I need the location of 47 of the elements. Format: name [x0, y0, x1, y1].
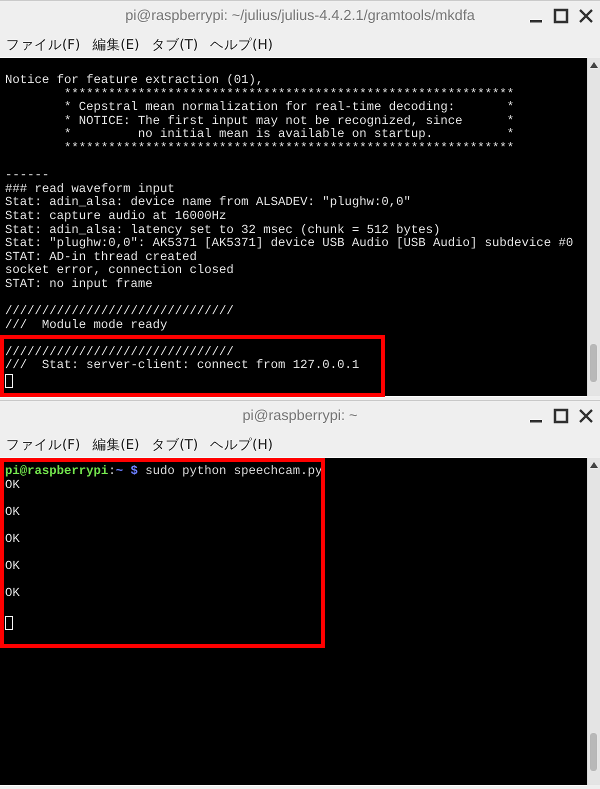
terminal-line: OK: [5, 506, 20, 520]
close-icon[interactable]: [578, 8, 594, 24]
window-title: pi@raspberrypi: ~: [242, 408, 358, 424]
terminal-line: /// Module mode ready: [5, 318, 168, 332]
scroll-up-icon[interactable]: [590, 462, 598, 468]
menu-item[interactable]: ファイル(F): [6, 436, 80, 454]
scrollbar[interactable]: [587, 58, 600, 396]
text-cursor: [5, 374, 13, 388]
terminal-line: Stat: adin_alsa: device name from ALSADEV: "plughw:0,0": [5, 196, 411, 210]
terminal-line: /// Stat: server-client: connect from 127.0.0.1: [5, 359, 360, 374]
menu-item[interactable]: タブ(T): [151, 36, 198, 54]
scroll-up-icon[interactable]: [590, 62, 598, 68]
menu-item[interactable]: ヘルプ(H): [210, 36, 273, 54]
terminal-line: Stat: "plughw:0,0": AK5371 [AK5371] device USB Audio [USB Audio] subdevice #0: [5, 237, 574, 251]
close-icon[interactable]: [578, 408, 594, 424]
text-cursor: [5, 616, 13, 630]
terminal-line: Stat: adin_alsa: latency set to 32 msec (chunk = 512 bytes): [5, 224, 440, 237]
terminal-line: Notice for feature extraction (01),: [5, 74, 264, 88]
window-title: pi@raspberrypi: ~/julius/julius-4.4.2.1/gramtools/mkdfa: [125, 8, 475, 24]
terminal-line: ///////////////////////////////: [5, 305, 234, 319]
menu-item[interactable]: ファイル(F): [6, 36, 80, 54]
terminal-line: socket error, connection closed: [5, 264, 234, 278]
terminal-line: Stat: capture audio at 16000Hz: [5, 210, 226, 224]
scrollbar-thumb[interactable]: [590, 344, 597, 382]
scrollbar[interactable]: [587, 458, 600, 785]
terminal-line: *************************************************************: [63, 88, 514, 101]
command-line: pi@raspberrypi:~ $ sudo python speechcam.py: [5, 465, 322, 479]
terminal-line: * NOTICE: The first input may not be recognized, since *: [63, 114, 514, 128]
terminal-line: OK: [5, 587, 20, 601]
menu-item[interactable]: 編集(E): [92, 436, 140, 454]
terminal-line: STAT: no input frame: [5, 278, 153, 292]
terminal-line: STAT: AD-in thread created: [5, 250, 197, 264]
menu-item[interactable]: 編集(E): [92, 36, 140, 54]
terminal-line: *************************************************************: [63, 142, 514, 156]
terminal-line: * Cepstral mean normalization for real-time decoding: *: [63, 101, 514, 115]
terminal-line: ### read waveform input: [5, 182, 175, 196]
maximize-icon[interactable]: [553, 408, 569, 424]
maximize-icon[interactable]: [553, 8, 569, 24]
terminal-line: OK: [5, 478, 20, 492]
scrollbar-thumb[interactable]: [590, 733, 597, 771]
menu-item[interactable]: ヘルプ(H): [210, 436, 273, 454]
terminal-line: ///////////////////////////////: [5, 346, 234, 359]
terminal-line: * no initial mean is available on startup. *: [63, 128, 514, 142]
terminal-line: ------: [5, 169, 50, 183]
terminal-line: OK: [5, 560, 20, 574]
menu-item[interactable]: タブ(T): [151, 436, 198, 454]
terminal-line: OK: [5, 532, 20, 547]
